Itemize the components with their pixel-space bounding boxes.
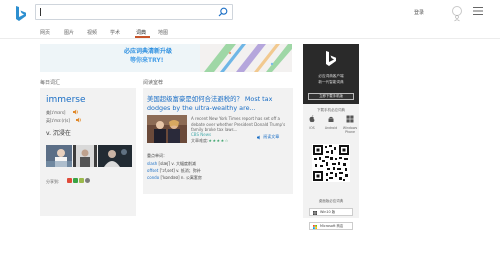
page: { "header": { "search_value": "", "login… bbox=[0, 0, 500, 257]
read-article-link[interactable]: 阅读文章 bbox=[257, 134, 279, 140]
daily-word[interactable]: immerse bbox=[46, 95, 86, 105]
windows-phone-label[interactable]: Windows Phone bbox=[341, 126, 359, 134]
qr-code bbox=[312, 144, 350, 182]
app-promo: 必应词典客户端 新一代智能词典 立即下载手机版 bbox=[303, 44, 359, 104]
tab-images[interactable]: 图片 bbox=[64, 29, 74, 36]
tab-videos[interactable]: 视频 bbox=[87, 29, 97, 36]
app-line2: 新一代智能词典 bbox=[318, 80, 344, 84]
vocab-item[interactable]: offset ['ɔf,set] v. 抵消；弥补 bbox=[147, 168, 201, 174]
bing-logo-icon[interactable] bbox=[14, 6, 28, 22]
difficulty-rating: 文章难度:★★★★☆ bbox=[191, 138, 229, 143]
tab-maps[interactable]: 地图 bbox=[158, 29, 168, 36]
rating-stars: ★★★★☆ bbox=[208, 138, 229, 143]
renren-icon[interactable] bbox=[79, 178, 84, 183]
daily-word-title: 每日词汇 bbox=[40, 80, 61, 86]
vocab-title: 重点单词： bbox=[147, 153, 167, 158]
news-headline[interactable]: 美国超级富豪是如何合法避税的？ Most tax dodges by the u… bbox=[147, 95, 289, 113]
pron-uk: 英[ɪ'mɜ:(r)s] bbox=[46, 118, 70, 123]
tab-dictionary[interactable]: 词典 bbox=[136, 29, 146, 36]
windows-phone-icon[interactable] bbox=[346, 115, 354, 123]
hamburger-menu-icon[interactable] bbox=[473, 7, 483, 15]
app-line1: 必应词典客户端 bbox=[318, 74, 344, 78]
more-share-icon[interactable] bbox=[85, 178, 90, 183]
android-icon[interactable] bbox=[327, 115, 335, 123]
windows-icon bbox=[313, 210, 317, 215]
search-box[interactable] bbox=[35, 4, 233, 20]
speaker-icon[interactable] bbox=[76, 117, 82, 123]
reading-card: 美国超级富豪是如何合法避税的？ Most tax dodges by the u… bbox=[143, 88, 293, 194]
header-divider bbox=[0, 38, 500, 39]
search-input[interactable] bbox=[36, 5, 216, 19]
vocab-item[interactable]: condo ['kɒndəʊ] n. 公寓套房 bbox=[147, 175, 202, 181]
speaker-icon bbox=[257, 135, 260, 139]
microsoft-store-button[interactable]: Microsoft 商店 bbox=[309, 222, 353, 230]
app-sidebar: 必应词典客户端 新一代智能词典 立即下载手机版 下载手机必应词典 iOS And… bbox=[303, 44, 359, 218]
news-snippet: A recent New York Times report has set o… bbox=[191, 116, 286, 132]
tab-web[interactable]: 网页 bbox=[40, 29, 50, 36]
news-image[interactable] bbox=[147, 115, 187, 143]
speaker-icon[interactable] bbox=[73, 109, 79, 115]
login-link[interactable]: 登录 bbox=[414, 9, 424, 16]
desktop-label: 桌面版必应词典 bbox=[318, 199, 344, 203]
download-mobile-label: 下载手机必应词典 bbox=[317, 108, 345, 112]
weibo-icon[interactable] bbox=[67, 178, 72, 183]
news-source[interactable]: CBS News bbox=[191, 132, 211, 137]
promo-graphic bbox=[200, 44, 292, 72]
reading-title: 阅读室荐 bbox=[143, 80, 164, 86]
download-button[interactable]: 立即下载手机版 bbox=[308, 93, 354, 100]
microsoft-store-icon bbox=[313, 224, 317, 229]
word-image-2[interactable] bbox=[73, 145, 97, 167]
text-caret bbox=[40, 8, 41, 16]
promo-text: 必应词典清新升级 等你来TRY! bbox=[124, 48, 173, 64]
word-image-1[interactable] bbox=[46, 145, 72, 167]
bing-dictionary-logo-icon bbox=[326, 51, 336, 66]
android-label[interactable]: Android bbox=[322, 126, 340, 130]
apple-icon[interactable] bbox=[308, 115, 316, 123]
vocab-item[interactable]: slash [slæʃ] v. 大幅度削减 bbox=[147, 161, 196, 167]
share-label: 分享到: bbox=[46, 179, 60, 184]
pron-us: 美[ɪ'mɜrs] bbox=[46, 110, 66, 115]
search-icon[interactable] bbox=[218, 7, 228, 17]
tab-academic[interactable]: 学术 bbox=[110, 29, 120, 36]
daily-word-card: immerse 美[ɪ'mɜrs] 英[ɪ'mɜ:(r)s] v. 沉浸在 分享… bbox=[40, 88, 136, 216]
wechat-icon[interactable] bbox=[73, 178, 78, 183]
avatar[interactable] bbox=[452, 6, 462, 22]
word-definition: v. 沉浸在 bbox=[46, 130, 71, 137]
word-image-3[interactable] bbox=[98, 145, 132, 167]
win10-download-button[interactable]: Win10 版 bbox=[309, 208, 353, 216]
user-icon bbox=[454, 15, 460, 22]
promo-banner[interactable]: 必应词典清新升级 等你来TRY! bbox=[40, 44, 292, 72]
ios-label[interactable]: iOS bbox=[303, 126, 321, 130]
